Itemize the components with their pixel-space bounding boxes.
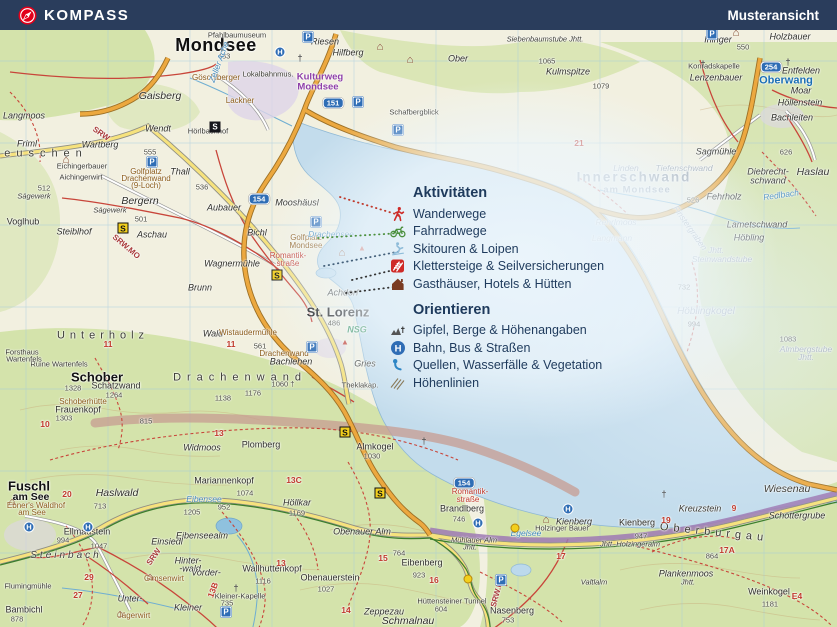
legend-item: Wanderwege xyxy=(389,205,604,223)
spring-icon xyxy=(389,357,406,373)
legend-item-label: Gasthäuser, Hotels & Hütten xyxy=(413,277,571,291)
bike-icon xyxy=(389,223,406,239)
map-legend: Aktivitäten Wanderwege Fahrradwege Skitour… xyxy=(389,185,604,392)
svg-text:H: H xyxy=(394,343,401,354)
contour-icon xyxy=(389,375,406,391)
brand: KOMPASS xyxy=(18,6,129,25)
header-bar: KOMPASS Musteransicht xyxy=(0,0,837,30)
legend-item: Skitouren & Loipen xyxy=(389,240,604,258)
legend-item: Gasthäuser, Hotels & Hütten xyxy=(389,275,604,293)
legend-item-label: Wanderwege xyxy=(413,207,486,221)
legend-item: Quellen, Wasserfälle & Vegetation xyxy=(389,357,604,375)
legend-item: H Bahn, Bus & Straßen xyxy=(389,339,604,357)
legend-item: Klettersteige & Seilversicherungen xyxy=(389,258,604,276)
legend-item-label: Skitouren & Loipen xyxy=(413,242,519,256)
legend-item-label: Gipfel, Berge & Höhenangaben xyxy=(413,323,587,337)
legend-item-label: Fahrradwege xyxy=(413,224,487,238)
legend-item: Gipfel, Berge & Höhenangaben xyxy=(389,322,604,340)
legend-activities-title: Aktivitäten xyxy=(413,185,604,201)
legend-item-label: Bahn, Bus & Straßen xyxy=(413,341,530,355)
kompass-map-preview: KOMPASS Musteransicht xyxy=(0,0,837,627)
legend-item-label: Klettersteige & Seilversicherungen xyxy=(413,259,604,273)
legend-orientation-list: Gipfel, Berge & Höhenangaben H Bahn, Bus &… xyxy=(389,322,604,392)
map-canvas[interactable]: Mondsee483PfahlbaumuseumRiesenHilfbergLo… xyxy=(0,30,837,627)
bus-icon: H xyxy=(389,340,406,356)
legend-activities-list: Wanderwege Fahrradwege Skitouren & Loipen K… xyxy=(389,205,604,293)
legend-item: Höhenlinien xyxy=(389,374,604,392)
hut-icon xyxy=(389,276,406,292)
summit-icon xyxy=(389,322,406,338)
view-mode-label: Musteransicht xyxy=(727,8,819,23)
legend-item: Fahrradwege xyxy=(389,223,604,241)
hiker-icon xyxy=(389,206,406,222)
ski-icon xyxy=(389,241,406,257)
brand-name: KOMPASS xyxy=(44,7,129,24)
legend-item-label: Höhenlinien xyxy=(413,376,479,390)
viaferrata-icon xyxy=(389,258,406,274)
kompass-logo-icon xyxy=(18,6,37,25)
legend-item-label: Quellen, Wasserfälle & Vegetation xyxy=(413,358,602,372)
legend-orientation-title: Orientieren xyxy=(413,302,604,318)
